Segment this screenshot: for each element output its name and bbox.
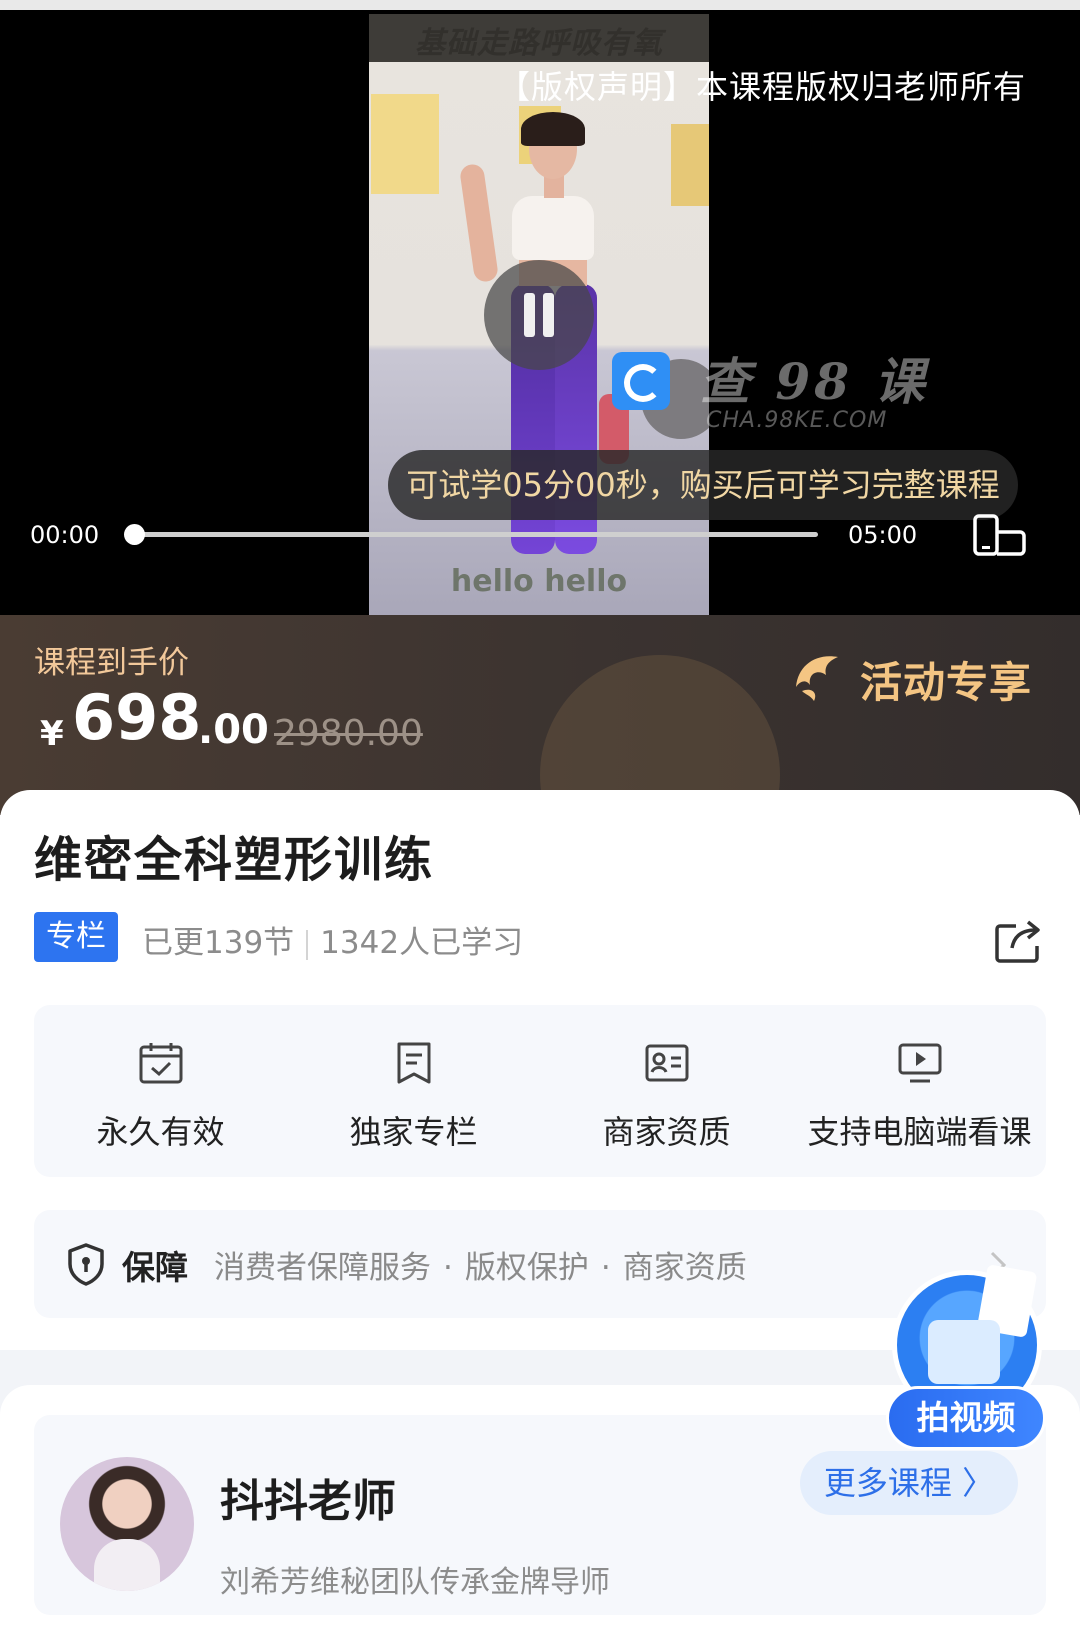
- current-time: 00:00: [30, 521, 100, 549]
- course-stats: 已更139节 1342人已学习: [142, 917, 523, 962]
- total-time: 05:00: [848, 521, 918, 549]
- guarantee-item: 版权保护: [464, 1250, 589, 1286]
- trial-tip: 可试学05分00秒，购买后可学习完整课程: [388, 450, 1018, 520]
- separator: ·: [443, 1250, 453, 1286]
- feature-label: 独家专栏: [349, 1113, 478, 1151]
- instructor-hair: [521, 112, 585, 146]
- guarantee-title: 保障: [122, 1248, 188, 1287]
- teacher-description: 刘希芳维秘团队传承金牌导师: [220, 1565, 610, 1600]
- feature-label: 商家资质: [602, 1113, 731, 1151]
- share-icon[interactable]: [994, 918, 1044, 964]
- shoot-video-label: 拍视频: [886, 1386, 1046, 1450]
- shield-icon: [68, 1243, 104, 1286]
- price-decimal: .00: [198, 707, 269, 753]
- video-caption: hello hello: [450, 564, 628, 599]
- divider: [306, 929, 309, 960]
- watermark-text: 查 98 课: [700, 352, 929, 411]
- price-integer: 698: [72, 681, 202, 754]
- guarantee-item: 商家资质: [622, 1250, 747, 1286]
- course-title: 维密全科塑形训练: [34, 832, 435, 888]
- currency-symbol: ¥: [40, 714, 64, 754]
- course-info-card: 维密全科塑形训练 专栏 已更139节 1342人已学习 永久有效 独家专栏 商家…: [0, 790, 1080, 1350]
- rotate-screen-icon[interactable]: [972, 514, 1028, 558]
- column-tag: 专栏: [34, 912, 118, 962]
- instructor-arm: [458, 162, 500, 284]
- feature-label: 永久有效: [96, 1113, 225, 1151]
- shoot-video-floating-button[interactable]: 拍视频: [886, 1264, 1052, 1450]
- teacher-name: 抖抖老师: [220, 1476, 396, 1527]
- feature-list: 永久有效 独家专栏 商家资质 支持电脑端看课: [34, 1005, 1046, 1177]
- calendar-check-icon: [139, 1043, 183, 1084]
- pause-button[interactable]: [484, 260, 594, 370]
- watermark-subtext: CHA.98KE.COM: [706, 408, 888, 433]
- dolphin-logo-icon: [796, 656, 838, 701]
- pause-icon: [543, 293, 554, 337]
- pause-icon: [524, 293, 535, 337]
- feature-item[interactable]: 独家专栏: [287, 1005, 540, 1177]
- copyright-notice: 【版权声明】本课程版权归老师所有: [497, 68, 1026, 106]
- bag-icon: [928, 1320, 1000, 1384]
- avatar[interactable]: [60, 1457, 194, 1591]
- id-card-icon: [645, 1044, 689, 1082]
- feature-item[interactable]: 支持电脑端看课: [793, 1005, 1046, 1177]
- video-banner-text: 基础走路呼吸有氧: [415, 26, 663, 61]
- status-strip: [0, 0, 1080, 10]
- instructor-top: [512, 196, 594, 260]
- more-courses-button[interactable]: 更多课程 〉: [800, 1451, 1018, 1515]
- video-player[interactable]: 基础走路呼吸有氧 hello hello 【版权声明】本课程版权归老师所有 查 …: [0, 0, 1080, 615]
- lesson-count: 已更139节: [142, 925, 295, 961]
- bookmark-doc-icon: [397, 1042, 431, 1084]
- promo-label: 活动专享: [860, 658, 1033, 707]
- progress-thumb[interactable]: [124, 524, 145, 545]
- original-price: 2980.00: [274, 713, 423, 754]
- guarantee-items: 消费者保障服务 · 版权保护 · 商家资质: [214, 1242, 747, 1287]
- watermark-logo-icon: [612, 352, 670, 410]
- feature-item[interactable]: 永久有效: [34, 1005, 287, 1177]
- guarantee-item: 消费者保障服务: [214, 1250, 431, 1286]
- wall-poster: [671, 124, 709, 206]
- feature-item[interactable]: 商家资质: [540, 1005, 793, 1177]
- price-band: 课程到手价 ¥ 698 .00 2980.00 活动专享: [0, 615, 1080, 895]
- feature-label: 支持电脑端看课: [807, 1113, 1032, 1151]
- monitor-play-icon: [898, 1043, 942, 1083]
- price-label: 课程到手价: [34, 645, 189, 681]
- wall-poster: [371, 94, 439, 194]
- learner-count: 1342人已学习: [320, 925, 524, 961]
- avatar-body: [94, 1539, 160, 1591]
- separator: ·: [600, 1250, 611, 1286]
- promo-badge: 活动专享: [788, 645, 1048, 707]
- progress-track[interactable]: [134, 532, 818, 537]
